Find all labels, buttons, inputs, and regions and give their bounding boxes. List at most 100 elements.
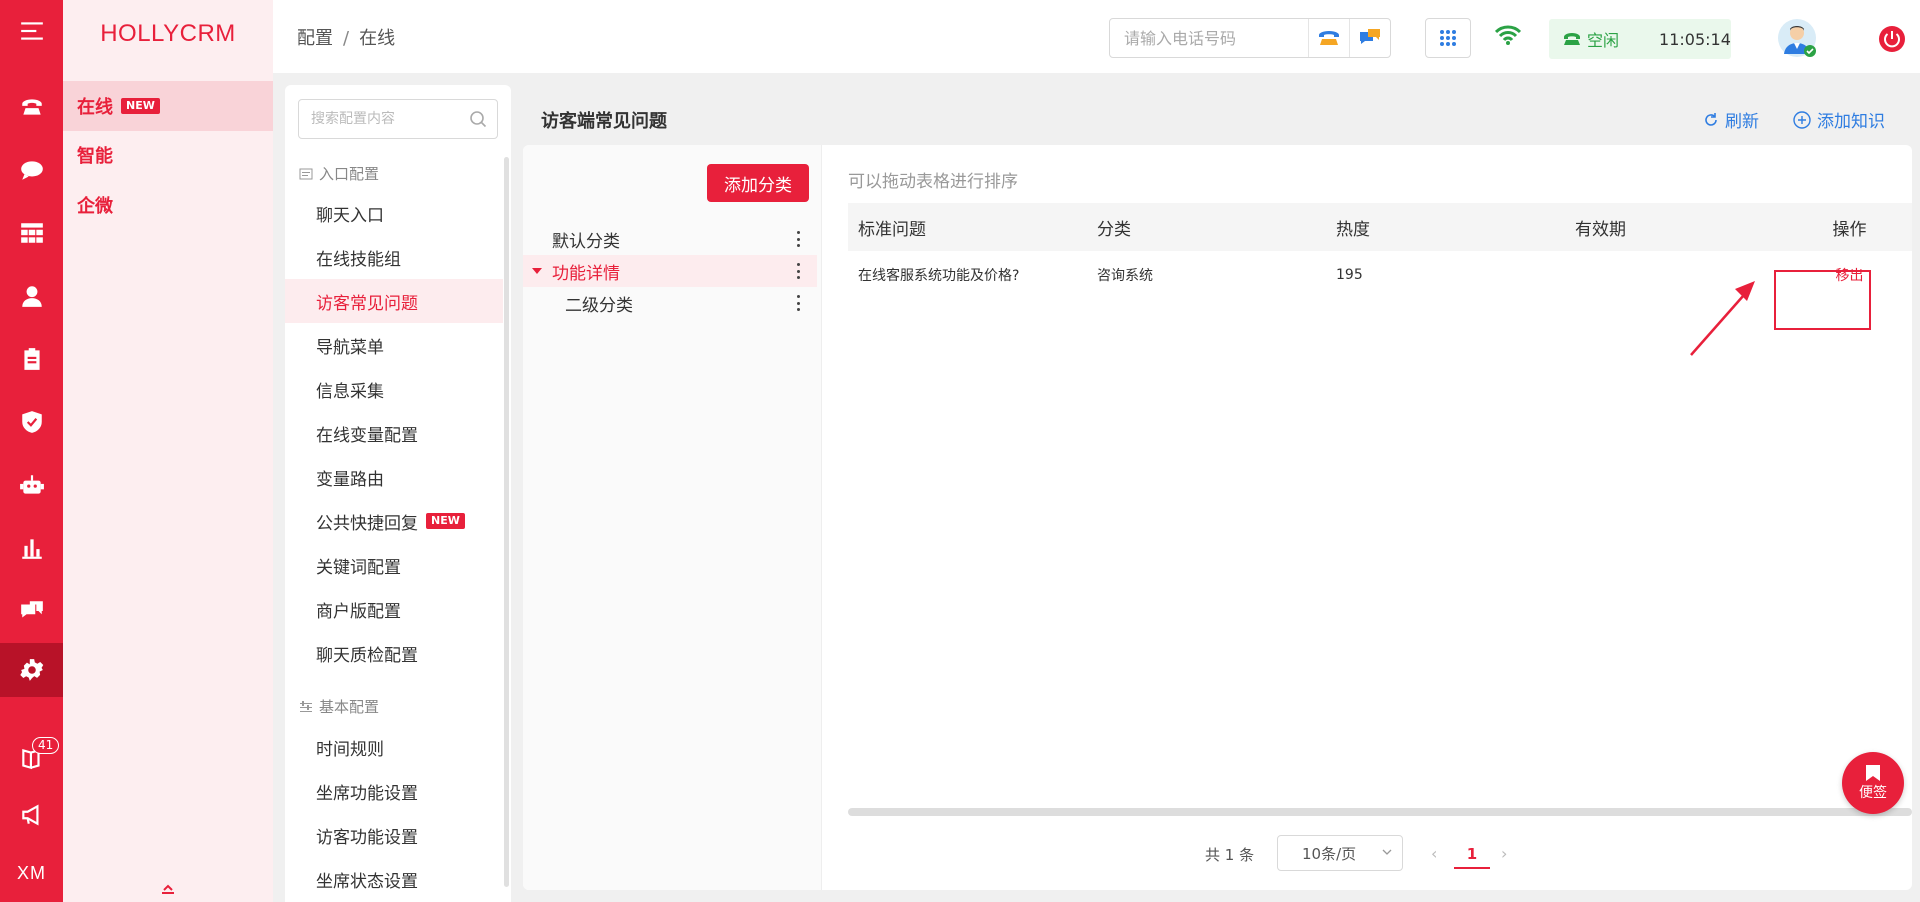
more-icon[interactable] <box>797 263 801 279</box>
collapse-icon[interactable] <box>159 884 177 894</box>
page-number[interactable]: 1 <box>1454 839 1490 869</box>
content-card: 添加分类 默认分类 功能详情 二级分类 可以拖动表格进行排序 标准问题 分类 热… <box>523 145 1912 890</box>
nav-navigation-menu[interactable]: 导航菜单 <box>285 323 503 367</box>
chat-icon[interactable] <box>0 145 63 195</box>
main-content: 访客端常见问题 刷新 添加知识 添加分类 默认分类 功能详情 二级分类 可以拖动… <box>523 85 1912 902</box>
category-secondary[interactable]: 二级分类 <box>523 287 817 319</box>
nav-public-quick-reply[interactable]: 公共快捷回复 NEW <box>285 499 503 543</box>
power-icon[interactable] <box>1878 25 1906 53</box>
table-header: 标准问题 分类 热度 有效期 操作 <box>848 203 1912 251</box>
nav-chat-entry[interactable]: 聊天入口 <box>285 191 503 235</box>
message-icon[interactable] <box>0 586 63 636</box>
module-online-label: 在线 <box>77 97 113 118</box>
nav-info-collection[interactable]: 信息采集 <box>285 367 503 411</box>
breadcrumb: 配置 / 在线 <box>297 24 395 50</box>
new-tag: NEW <box>121 98 160 114</box>
message-button[interactable] <box>1349 19 1390 57</box>
nav-public-quick-reply-label: 公共快捷回复 <box>316 513 418 534</box>
settings-icon[interactable] <box>0 643 63 697</box>
group-basic-config-label: 基本配置 <box>319 698 380 716</box>
group-icon <box>299 168 313 179</box>
nav-agent-status-settings[interactable]: 坐席状态设置 <box>285 857 503 901</box>
menu-icon[interactable] <box>0 6 63 56</box>
nav-online-variables[interactable]: 在线变量配置 <box>285 411 503 455</box>
add-knowledge-button[interactable]: 添加知识 <box>1793 107 1885 132</box>
call-button[interactable] <box>1308 19 1349 57</box>
category-feature-details-label: 功能详情 <box>552 263 620 284</box>
nav-agent-features[interactable]: 坐席功能设置 <box>285 769 503 813</box>
module-online[interactable]: 在线 NEW <box>63 81 273 131</box>
phone-icon[interactable] <box>0 82 63 132</box>
nav-visitor-faq[interactable]: 访客常见问题 <box>285 279 503 323</box>
nav-chat-qc-config[interactable]: 聊天质检配置 <box>285 631 503 675</box>
cell-question: 在线客服系统功能及价格? <box>858 268 1020 284</box>
config-search-input[interactable] <box>299 100 459 138</box>
page-size-select[interactable]: 10条/页 <box>1277 835 1403 871</box>
shield-icon[interactable] <box>0 397 63 447</box>
caret-down-icon[interactable] <box>532 268 542 274</box>
megaphone-icon[interactable] <box>0 790 63 840</box>
breadcrumb-online: 在线 <box>359 28 396 49</box>
cell-heat: 195 <box>1336 267 1363 283</box>
wifi-icon <box>1495 25 1521 45</box>
category-feature-details[interactable]: 功能详情 <box>523 255 817 287</box>
pagination: 共 1 条 10条/页 ‹ 1 › <box>523 833 1912 873</box>
nav-online-skill-group[interactable]: 在线技能组 <box>285 235 503 279</box>
nav-time-rules[interactable]: 时间规则 <box>285 725 503 769</box>
more-icon[interactable] <box>797 231 801 247</box>
column-header: 分类 <box>1097 219 1131 240</box>
table-horizontal-scrollbar[interactable] <box>848 808 1912 816</box>
column-header: 有效期 <box>1575 219 1626 240</box>
config-nav-panel: 入口配置 聊天入口 在线技能组 访客常见问题 导航菜单 信息采集 在线变量配置 … <box>285 85 511 902</box>
group-icon <box>300 700 312 712</box>
add-knowledge-label: 添加知识 <box>1817 112 1885 132</box>
user-icon[interactable] <box>0 271 63 321</box>
category-panel: 添加分类 默认分类 功能详情 二级分类 <box>523 145 822 890</box>
stats-icon[interactable] <box>0 523 63 573</box>
avatar[interactable] <box>1777 18 1817 58</box>
nav-keyword-config[interactable]: 关键词配置 <box>285 543 503 587</box>
group-basic-config: 基本配置 <box>299 696 379 717</box>
breadcrumb-config[interactable]: 配置 <box>297 28 333 49</box>
refresh-button[interactable]: 刷新 <box>1703 107 1759 132</box>
phone-input[interactable] <box>1110 19 1308 57</box>
remove-button[interactable]: 移出 <box>1836 265 1864 285</box>
phone-dial-box <box>1109 18 1391 58</box>
more-icon[interactable] <box>797 295 801 311</box>
memo-label: 便签 <box>1859 785 1887 801</box>
prev-page-button[interactable]: ‹ <box>1431 844 1437 863</box>
nav-variable-routing[interactable]: 变量路由 <box>285 455 503 499</box>
clipboard-icon[interactable] <box>0 334 63 384</box>
add-category-button[interactable]: 添加分类 <box>707 164 809 202</box>
config-nav-scrollbar[interactable] <box>504 157 509 887</box>
robot-icon[interactable] <box>0 460 63 510</box>
nav-merchant-config[interactable]: 商户版配置 <box>285 587 503 631</box>
refresh-label: 刷新 <box>1725 112 1759 132</box>
book-icon[interactable]: 41 <box>0 733 63 783</box>
nav-visitor-features[interactable]: 访客功能设置 <box>285 813 503 857</box>
new-tag: NEW <box>426 513 465 529</box>
column-header: 操作 <box>1832 219 1867 240</box>
grid-icon[interactable] <box>0 208 63 258</box>
dialpad-icon <box>1440 30 1456 46</box>
cell-category: 咨询系统 <box>1097 268 1153 284</box>
module-wecom[interactable]: 企微 <box>63 180 273 230</box>
agent-status[interactable]: 空闲 11:05:14 <box>1549 19 1731 59</box>
column-header: 标准问题 <box>858 219 926 240</box>
chevron-down-icon <box>1382 849 1392 855</box>
call-phone-icon <box>1319 31 1339 45</box>
config-search <box>298 99 498 139</box>
drag-hint: 可以拖动表格进行排序 <box>848 172 1018 192</box>
dialpad-button[interactable] <box>1425 18 1471 58</box>
breadcrumb-separator: / <box>343 28 350 49</box>
module-menu: HOLLYCRM 在线 NEW 智能 企微 <box>63 0 273 902</box>
next-page-button[interactable]: › <box>1501 844 1507 863</box>
memo-button[interactable]: 便签 <box>1842 752 1904 814</box>
left-rail: 41 XM <box>0 0 63 902</box>
module-smart[interactable]: 智能 <box>63 130 273 180</box>
notification-badge: 41 <box>32 737 60 754</box>
column-header: 热度 <box>1336 219 1370 240</box>
search-icon[interactable] <box>469 110 487 128</box>
category-default[interactable]: 默认分类 <box>523 223 817 255</box>
pagination-total: 共 1 条 <box>1205 846 1255 864</box>
